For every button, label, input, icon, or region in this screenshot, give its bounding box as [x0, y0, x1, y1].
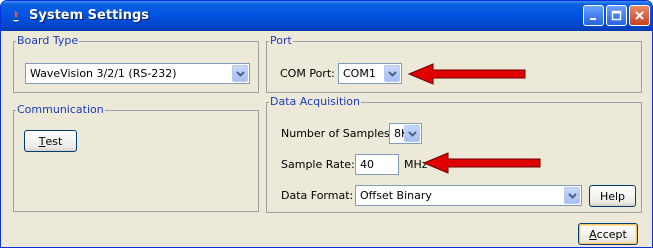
test-mnemonic: T — [38, 134, 46, 148]
data-acquisition-legend: Data Acquisition — [269, 95, 362, 108]
data-format-value: Offset Binary — [360, 189, 432, 202]
test-button[interactable]: Test — [24, 130, 77, 152]
com-port-label: COM Port: — [280, 67, 335, 80]
close-button[interactable] — [629, 5, 650, 26]
com-port-dropdown-button[interactable] — [384, 65, 400, 82]
accept-label: ccept — [596, 227, 627, 241]
com-port-value: COM1 — [343, 67, 376, 80]
minimize-button[interactable] — [583, 5, 604, 26]
chevron-down-icon — [407, 130, 417, 137]
chevron-down-icon — [567, 192, 577, 199]
data-format-dropdown-button[interactable] — [564, 187, 580, 204]
board-type-legend: Board Type — [16, 34, 80, 47]
help-label: Help — [599, 189, 626, 203]
test-label: est — [45, 134, 63, 148]
data-format-select[interactable]: Offset Binary — [355, 185, 582, 206]
board-type-value: WaveVision 3/2/1 (RS-232) — [30, 67, 177, 80]
samples-label: Number of Samples: — [281, 127, 394, 140]
minimize-icon — [590, 18, 596, 20]
title-bar[interactable]: System Settings — [1, 1, 652, 31]
annotation-arrow-com-port — [408, 63, 526, 85]
communication-legend: Communication — [16, 103, 105, 116]
window-title: System Settings — [29, 8, 150, 23]
sample-rate-field[interactable] — [355, 154, 399, 175]
data-format-label: Data Format: — [281, 189, 354, 202]
board-type-select[interactable]: WaveVision 3/2/1 (RS-232) — [25, 63, 250, 84]
annotation-arrow-sample-rate — [423, 152, 541, 174]
samples-dropdown-button[interactable] — [404, 125, 420, 142]
close-icon — [635, 11, 644, 20]
accept-mnemonic: A — [589, 227, 597, 241]
samples-select[interactable]: 8K — [389, 123, 422, 144]
help-button[interactable]: Help — [589, 185, 636, 207]
board-type-dropdown-button[interactable] — [232, 65, 248, 82]
board-type-group: Board Type WaveVision 3/2/1 (RS-232) — [13, 34, 259, 93]
java-icon — [13, 10, 19, 22]
accept-button[interactable]: Accept — [578, 223, 638, 245]
maximize-button[interactable] — [606, 5, 627, 26]
sample-rate-label: Sample Rate: — [281, 158, 355, 171]
com-port-select[interactable]: COM1 — [338, 63, 402, 84]
chevron-down-icon — [387, 70, 397, 77]
system-settings-window: System Settings Board Type WaveVision 3/… — [0, 0, 653, 248]
port-legend: Port — [269, 34, 293, 47]
communication-group: Communication Test — [13, 103, 259, 212]
maximize-icon — [611, 10, 622, 21]
sample-rate-input[interactable] — [356, 155, 398, 174]
chevron-down-icon — [235, 70, 245, 77]
